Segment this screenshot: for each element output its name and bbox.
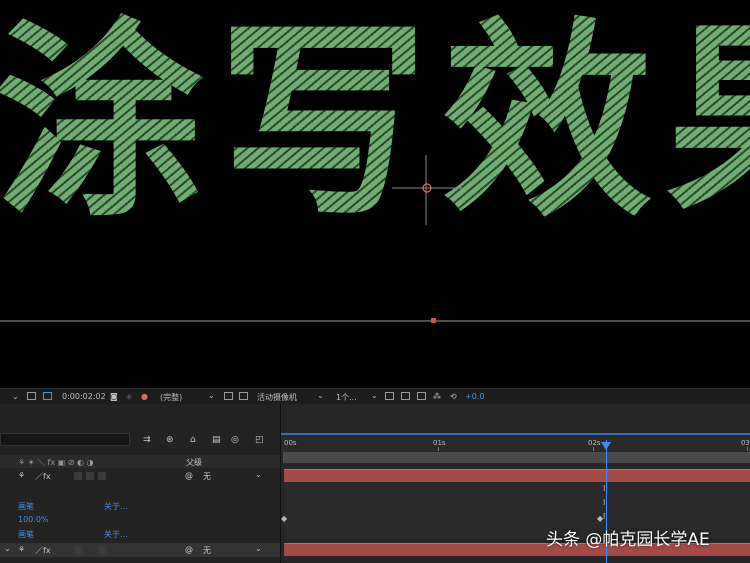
keyframe-diamond-icon[interactable]: ◆ bbox=[281, 514, 287, 523]
region-of-interest-icon[interactable] bbox=[27, 392, 36, 400]
expand-chevron-icon[interactable]: ⌄ bbox=[12, 392, 19, 401]
transparency-grid-icon[interactable] bbox=[43, 392, 52, 400]
keyframe-diamond-icon[interactable]: ◆ bbox=[597, 514, 603, 523]
time-ruler[interactable]: 00s 01s 02s 03 bbox=[281, 435, 750, 451]
switch-box[interactable] bbox=[98, 546, 106, 554]
switch-icons: ⚘ ✶ ＼ fx ▣ ⊘ ◐ ◑ bbox=[18, 458, 94, 467]
chevron-down-icon: ⌄ bbox=[371, 391, 378, 400]
effect-switch-icon[interactable]: ／fx bbox=[35, 545, 51, 556]
shy-layers-icon[interactable]: ⌂ bbox=[190, 435, 196, 445]
current-timecode[interactable]: 0:00:02:02 bbox=[62, 392, 106, 401]
property-name: 画笔 bbox=[18, 530, 34, 539]
ruler-label: 03 bbox=[741, 439, 750, 447]
layer-list: ⇉ ⊛ ⌂ ▤ ◎ ◰ ⚘ ✶ ＼ fx ▣ ⊘ ◐ ◑ 父级 ⚘ ／fx @ … bbox=[0, 404, 281, 563]
position-handle-icon bbox=[431, 318, 436, 323]
shy-switch-icon[interactable]: ⚘ bbox=[18, 471, 25, 480]
about-link[interactable]: 关于... bbox=[104, 529, 128, 540]
pick-whip-icon[interactable]: @ bbox=[185, 545, 193, 554]
3d-view-icon[interactable] bbox=[385, 392, 394, 400]
layer-row[interactable]: ⚘ ／fx @ 无 ⌄ bbox=[0, 469, 280, 483]
property-row[interactable]: 100.0% bbox=[0, 515, 280, 529]
camera-select[interactable]: 活动摄像机 ⌄ bbox=[255, 391, 327, 402]
timeline-icon[interactable] bbox=[417, 392, 426, 400]
frame-blending-icon[interactable]: ▤ bbox=[212, 435, 221, 445]
exposure-value[interactable]: +0.0 bbox=[465, 392, 484, 401]
ruler-tick bbox=[747, 447, 748, 451]
draft-3d-icon[interactable]: ⊛ bbox=[166, 435, 174, 445]
chevron-down-icon: ⌄ bbox=[208, 391, 215, 400]
property-row[interactable]: 画笔 关于... bbox=[0, 529, 280, 543]
ruler-tick bbox=[593, 447, 594, 451]
column-header: ⚘ ✶ ＼ fx ▣ ⊘ ◐ ◑ 父级 bbox=[0, 455, 280, 468]
parent-select[interactable]: 无 bbox=[203, 545, 211, 556]
toggle-grid-icon[interactable] bbox=[239, 392, 248, 400]
viewer-toolbar: ⌄ 0:00:02:02 ◙ ◈ ● (完整) ⌄ 活动摄像机 ⌄ 1个... … bbox=[0, 388, 750, 405]
keyframe-marker[interactable]: I bbox=[603, 512, 605, 521]
parent-column-header: 父级 bbox=[186, 458, 202, 467]
resolution-select[interactable]: (完整) ⌄ bbox=[158, 391, 218, 402]
chevron-down-icon[interactable]: ⌄ bbox=[255, 544, 262, 553]
ruler-label: 02s bbox=[588, 439, 601, 447]
effect-switch-icon[interactable]: ／fx bbox=[35, 471, 51, 482]
property-row[interactable]: 画笔 关于... bbox=[0, 501, 280, 515]
switch-box[interactable] bbox=[74, 546, 82, 554]
switch-box[interactable] bbox=[98, 472, 106, 480]
layer-duration-bar[interactable] bbox=[284, 469, 750, 482]
pick-whip-icon[interactable]: @ bbox=[185, 471, 193, 480]
expand-chevron-icon[interactable]: ⌄ bbox=[4, 544, 11, 553]
property-name: 画笔 bbox=[18, 502, 34, 511]
show-snapshot-icon[interactable]: ◈ bbox=[126, 392, 132, 401]
chevron-down-icon[interactable]: ⌄ bbox=[255, 470, 262, 479]
fast-previews-icon[interactable] bbox=[224, 392, 233, 400]
ruler-label: 01s bbox=[433, 439, 446, 447]
motion-blur-icon[interactable]: ◎ bbox=[231, 435, 239, 445]
property-value[interactable]: 100.0% bbox=[18, 515, 49, 524]
chevron-down-icon: ⌄ bbox=[317, 391, 324, 400]
snapshot-icon[interactable]: ◙ bbox=[110, 392, 118, 401]
switch-box[interactable] bbox=[86, 472, 94, 480]
graph-editor-icon[interactable]: ◰ bbox=[255, 435, 264, 445]
channel-icon[interactable]: ● bbox=[141, 392, 148, 401]
work-area-bar[interactable] bbox=[283, 452, 750, 463]
about-link[interactable]: 关于... bbox=[104, 501, 128, 512]
watermark-text: 头条 @帕克园长学AE bbox=[546, 530, 710, 550]
viewer-overlay bbox=[0, 155, 750, 323]
ruler-tick bbox=[438, 447, 439, 451]
keyframe-marker[interactable]: I bbox=[603, 498, 605, 507]
layer-row[interactable]: ⌄ ⚘ ／fx @ 无 ⌄ bbox=[0, 543, 280, 557]
flowchart-icon[interactable]: ⁂ bbox=[433, 392, 441, 401]
switch-box[interactable] bbox=[74, 472, 82, 480]
comp-mini-flowchart-icon[interactable]: ⇉ bbox=[143, 435, 151, 445]
keyframe-marker[interactable]: I bbox=[603, 484, 605, 493]
composition-viewer[interactable]: 涂写效果 bbox=[0, 0, 750, 388]
reset-exposure-icon[interactable]: ⟲ bbox=[450, 392, 457, 401]
ruler-label: 00s bbox=[284, 439, 297, 447]
layer-search-input[interactable] bbox=[0, 433, 130, 446]
render-icon[interactable] bbox=[401, 392, 410, 400]
current-time-handle-icon[interactable] bbox=[601, 442, 611, 450]
shy-switch-icon[interactable]: ⚘ bbox=[18, 545, 25, 554]
view-layout-select[interactable]: 1个... ⌄ bbox=[334, 391, 380, 402]
parent-select[interactable]: 无 bbox=[203, 471, 211, 482]
